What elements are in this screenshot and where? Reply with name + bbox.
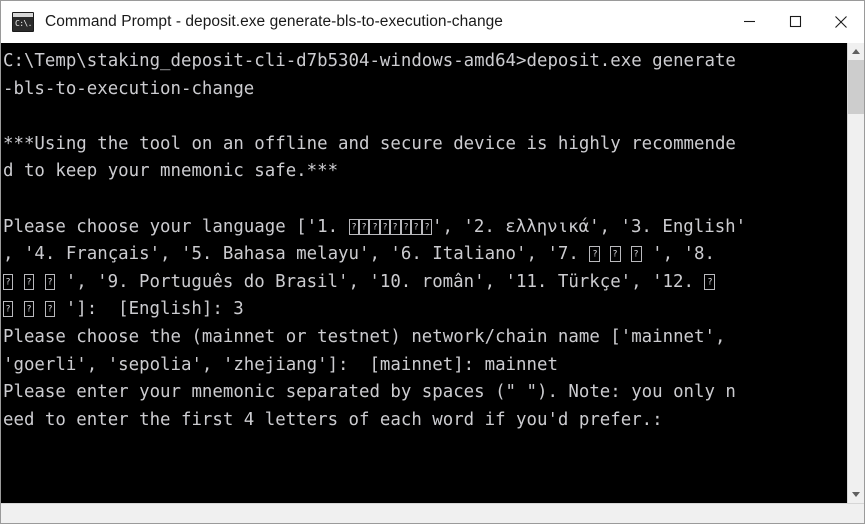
title-bar-left: C:\. Command Prompt - deposit.exe genera…: [1, 11, 726, 32]
cmd-icon-titlebar-stripe: [13, 12, 33, 17]
scroll-up-arrow-icon: [852, 49, 860, 54]
title-bar[interactable]: C:\. Command Prompt - deposit.exe genera…: [1, 1, 864, 43]
close-icon: [835, 15, 847, 28]
console-line: Please choose the (mainnet or testnet) n…: [3, 326, 726, 347]
missing-glyph-box: [610, 246, 621, 263]
maximize-button[interactable]: [772, 1, 818, 43]
console-line: d to keep your mnemonic safe.***: [3, 161, 339, 182]
console-line: , '4. Français', '5. Bahasa melayu', '6.…: [3, 241, 847, 269]
missing-glyph-box: [400, 218, 412, 235]
console-output[interactable]: C:\Temp\staking_deposit-cli-d7b5304-wind…: [1, 43, 847, 503]
missing-glyph-box: [23, 301, 35, 318]
missing-glyph-box: [3, 273, 14, 290]
missing-glyph-box: [390, 218, 401, 235]
console-line: eed to enter the first 4 letters of each…: [3, 409, 663, 430]
console-line: 'goerli', 'sepolia', 'zhejiang']: [mainn…: [3, 354, 558, 375]
cmd-icon-prompt-text: C:\.: [15, 18, 31, 28]
cmd-icon: C:\.: [12, 11, 34, 32]
missing-glyph-box: [704, 273, 715, 290]
missing-glyph-box: [23, 273, 35, 290]
missing-glyph-box: [348, 218, 359, 235]
missing-glyph-box: [379, 218, 391, 235]
scrollbar-thumb[interactable]: [848, 60, 864, 114]
console-line: ***Using the tool on an offline and secu…: [3, 133, 736, 154]
console-line: C:\Temp\staking_deposit-cli-d7b5304-wind…: [3, 51, 736, 71]
console-line: Please choose your language ['1. ', '2. …: [3, 214, 847, 242]
maximize-icon: [789, 15, 801, 28]
window-bottom-strip: [1, 503, 864, 523]
close-button[interactable]: [818, 1, 864, 43]
console-line: -bls-to-execution-change: [3, 78, 255, 99]
vertical-scrollbar[interactable]: [847, 43, 864, 503]
minimize-icon: [743, 20, 755, 23]
missing-glyph-box: [369, 218, 380, 235]
missing-glyph-box: [589, 246, 600, 263]
minimize-button[interactable]: [726, 1, 772, 43]
missing-glyph-box: [411, 218, 422, 235]
console-line: ', '9. Português do Brasil', '10. român'…: [3, 269, 847, 297]
scroll-up-button[interactable]: [848, 43, 864, 60]
command-prompt-window: C:\. Command Prompt - deposit.exe genera…: [0, 0, 865, 524]
console-line: ']: [English]: 3: [3, 296, 847, 324]
missing-glyph-box: [44, 301, 56, 318]
console-line: Please enter your mnemonic separated by …: [3, 382, 736, 403]
scrollbar-track[interactable]: [848, 60, 864, 486]
missing-glyph-box: [421, 218, 433, 235]
missing-glyph-box: [3, 301, 14, 318]
missing-glyph-box: [358, 218, 370, 235]
window-controls: [726, 1, 864, 43]
window-title: Command Prompt - deposit.exe generate-bl…: [45, 12, 503, 30]
console-area[interactable]: C:\Temp\staking_deposit-cli-d7b5304-wind…: [1, 43, 864, 503]
missing-glyph-box: [631, 246, 642, 263]
missing-glyph-box: [44, 273, 56, 290]
scroll-down-button[interactable]: [848, 486, 864, 503]
scroll-down-arrow-icon: [852, 492, 860, 497]
